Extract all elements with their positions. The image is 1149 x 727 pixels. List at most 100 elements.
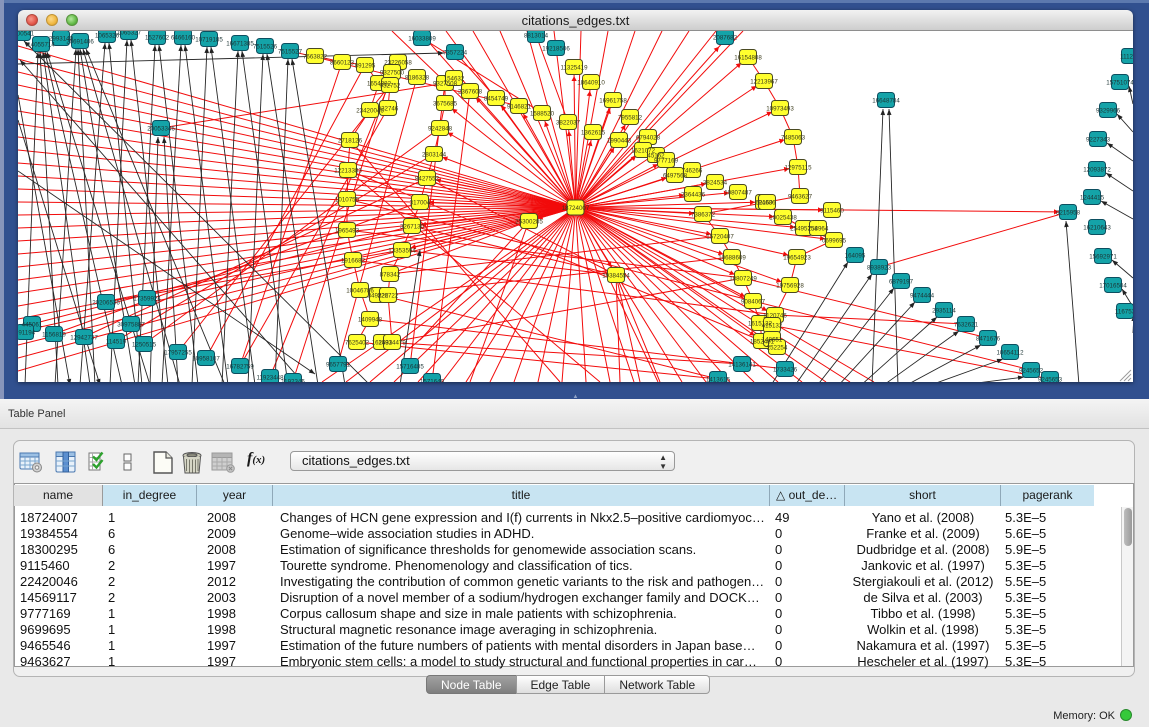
svg-text:114519: 114519 xyxy=(106,338,127,345)
svg-text:8186328: 8186328 xyxy=(405,74,430,81)
svg-text:7515527: 7515527 xyxy=(278,48,303,55)
svg-text:18640910: 18640910 xyxy=(577,79,605,86)
svg-text:9115460: 9115460 xyxy=(820,207,844,214)
svg-text:1120746: 1120746 xyxy=(763,312,787,319)
svg-text:9227343: 9227343 xyxy=(1086,136,1111,143)
svg-text:932752: 932752 xyxy=(380,82,401,89)
svg-text:16210643: 16210643 xyxy=(1083,224,1111,231)
svg-text:8660123: 8660123 xyxy=(330,59,355,66)
svg-text:1733426: 1733426 xyxy=(773,366,798,373)
svg-text:20206536: 20206536 xyxy=(92,299,120,306)
svg-text:8215958: 8215958 xyxy=(1056,209,1081,216)
svg-text:9329966: 9329966 xyxy=(1096,107,1121,114)
svg-text:1362615: 1362615 xyxy=(581,129,606,136)
svg-text:9657791: 9657791 xyxy=(326,361,351,368)
svg-text:13353594: 13353594 xyxy=(388,247,416,254)
svg-text:7632621: 7632621 xyxy=(954,321,979,328)
svg-text:20691406: 20691406 xyxy=(66,38,94,45)
svg-text:2367608: 2367608 xyxy=(458,88,483,95)
svg-text:17957255: 17957255 xyxy=(164,349,192,356)
svg-text:1156819: 1156819 xyxy=(42,331,66,338)
svg-text:94636: 94636 xyxy=(758,199,776,206)
svg-text:391194: 391194 xyxy=(18,329,36,336)
svg-text:2803144: 2803144 xyxy=(422,151,447,158)
svg-text:1192345: 1192345 xyxy=(281,378,305,382)
svg-text:1413615: 1413615 xyxy=(706,376,731,382)
svg-text:415132: 415132 xyxy=(762,322,783,329)
svg-text:18807249: 18807249 xyxy=(729,275,757,282)
svg-text:7357224: 7357224 xyxy=(443,49,468,56)
svg-text:16671385: 16671385 xyxy=(226,40,254,47)
svg-text:10958107: 10958107 xyxy=(192,355,220,362)
svg-text:9474444: 9474444 xyxy=(910,292,935,299)
svg-text:17359924: 17359924 xyxy=(133,295,161,302)
svg-text:7386372: 7386372 xyxy=(691,211,716,218)
svg-text:16782759: 16782759 xyxy=(226,363,254,370)
svg-text:1244415: 1244415 xyxy=(1080,194,1105,201)
svg-text:6879197: 6879197 xyxy=(889,278,914,285)
svg-text:16154808: 16154808 xyxy=(734,54,762,61)
svg-text:10654112: 10654112 xyxy=(996,349,1024,356)
svg-text:19654923: 19654923 xyxy=(783,254,811,261)
svg-text:16961758: 16961758 xyxy=(599,97,627,104)
svg-text:111254: 111254 xyxy=(1120,53,1133,60)
svg-text:14914479: 14914479 xyxy=(378,339,406,346)
svg-text:1588520: 1588520 xyxy=(530,110,555,117)
svg-text:10719185: 10719185 xyxy=(195,36,223,43)
svg-text:1010755: 1010755 xyxy=(335,196,360,203)
svg-text:14136141: 14136141 xyxy=(728,361,756,368)
svg-text:17016504: 17016504 xyxy=(1099,282,1127,289)
svg-text:6794028: 6794028 xyxy=(636,134,661,141)
svg-text:9327500: 9327500 xyxy=(380,69,405,76)
svg-text:878342: 878342 xyxy=(380,271,401,278)
svg-text:15692971: 15692971 xyxy=(1089,253,1117,260)
svg-text:12213967: 12213967 xyxy=(750,78,778,85)
svg-text:3822037: 3822037 xyxy=(556,119,581,126)
svg-text:14055714: 14055714 xyxy=(27,41,55,48)
svg-text:2718126: 2718126 xyxy=(338,137,363,144)
svg-text:16648784: 16648784 xyxy=(872,97,900,104)
svg-text:9242848: 9242848 xyxy=(428,125,453,132)
svg-text:10688609: 10688609 xyxy=(718,254,746,261)
svg-text:11923448: 11923448 xyxy=(256,374,284,381)
svg-text:6497568: 6497568 xyxy=(663,172,688,179)
svg-text:15751074: 15751074 xyxy=(1106,79,1133,86)
svg-text:18724007: 18724007 xyxy=(562,205,590,212)
svg-text:254964: 254964 xyxy=(808,225,829,232)
svg-text:8938923: 8938923 xyxy=(867,264,892,271)
svg-text:1065326: 1065326 xyxy=(95,32,120,39)
svg-text:1990443: 1990443 xyxy=(607,137,632,144)
svg-text:9084067: 9084067 xyxy=(741,298,766,305)
svg-text:9146821: 9146821 xyxy=(507,103,532,110)
svg-text:12942737: 12942737 xyxy=(70,334,98,341)
svg-text:445061: 445061 xyxy=(22,321,43,328)
svg-text:8427552: 8427552 xyxy=(415,175,440,182)
svg-text:16033809: 16033809 xyxy=(408,35,436,42)
svg-text:10973493: 10973493 xyxy=(766,105,794,112)
svg-text:1250515: 1250515 xyxy=(132,341,157,348)
svg-text:1965493: 1965493 xyxy=(335,227,360,234)
svg-text:8100541: 8100541 xyxy=(18,31,35,37)
svg-text:7625402: 7625402 xyxy=(345,339,370,346)
svg-text:1571649: 1571649 xyxy=(420,378,445,382)
svg-text:317004: 317004 xyxy=(410,199,431,206)
svg-text:15716485: 15716485 xyxy=(396,363,424,370)
svg-text:252254: 252254 xyxy=(767,344,788,351)
svg-text:9777169: 9777169 xyxy=(654,157,679,164)
svg-text:10025438: 10025438 xyxy=(769,214,797,221)
svg-text:3675685: 3675685 xyxy=(433,100,458,107)
svg-text:20053346: 20053346 xyxy=(147,125,175,132)
svg-text:19218506: 19218506 xyxy=(542,45,570,52)
svg-text:1065327: 1065327 xyxy=(117,31,142,36)
svg-text:2087682: 2087682 xyxy=(713,34,738,41)
svg-text:19384554: 19384554 xyxy=(602,272,630,279)
svg-text:12213383: 12213383 xyxy=(334,167,362,174)
svg-text:1916682: 1916682 xyxy=(341,257,366,264)
svg-text:891295: 891295 xyxy=(355,62,376,69)
svg-text:7515526: 7515526 xyxy=(253,43,278,50)
svg-text:12093872: 12093872 xyxy=(1083,166,1111,173)
svg-text:148651: 148651 xyxy=(762,336,783,343)
svg-text:154632: 154632 xyxy=(444,75,465,82)
svg-text:25300285: 25300285 xyxy=(515,218,543,225)
svg-text:11325419: 11325419 xyxy=(560,64,588,71)
